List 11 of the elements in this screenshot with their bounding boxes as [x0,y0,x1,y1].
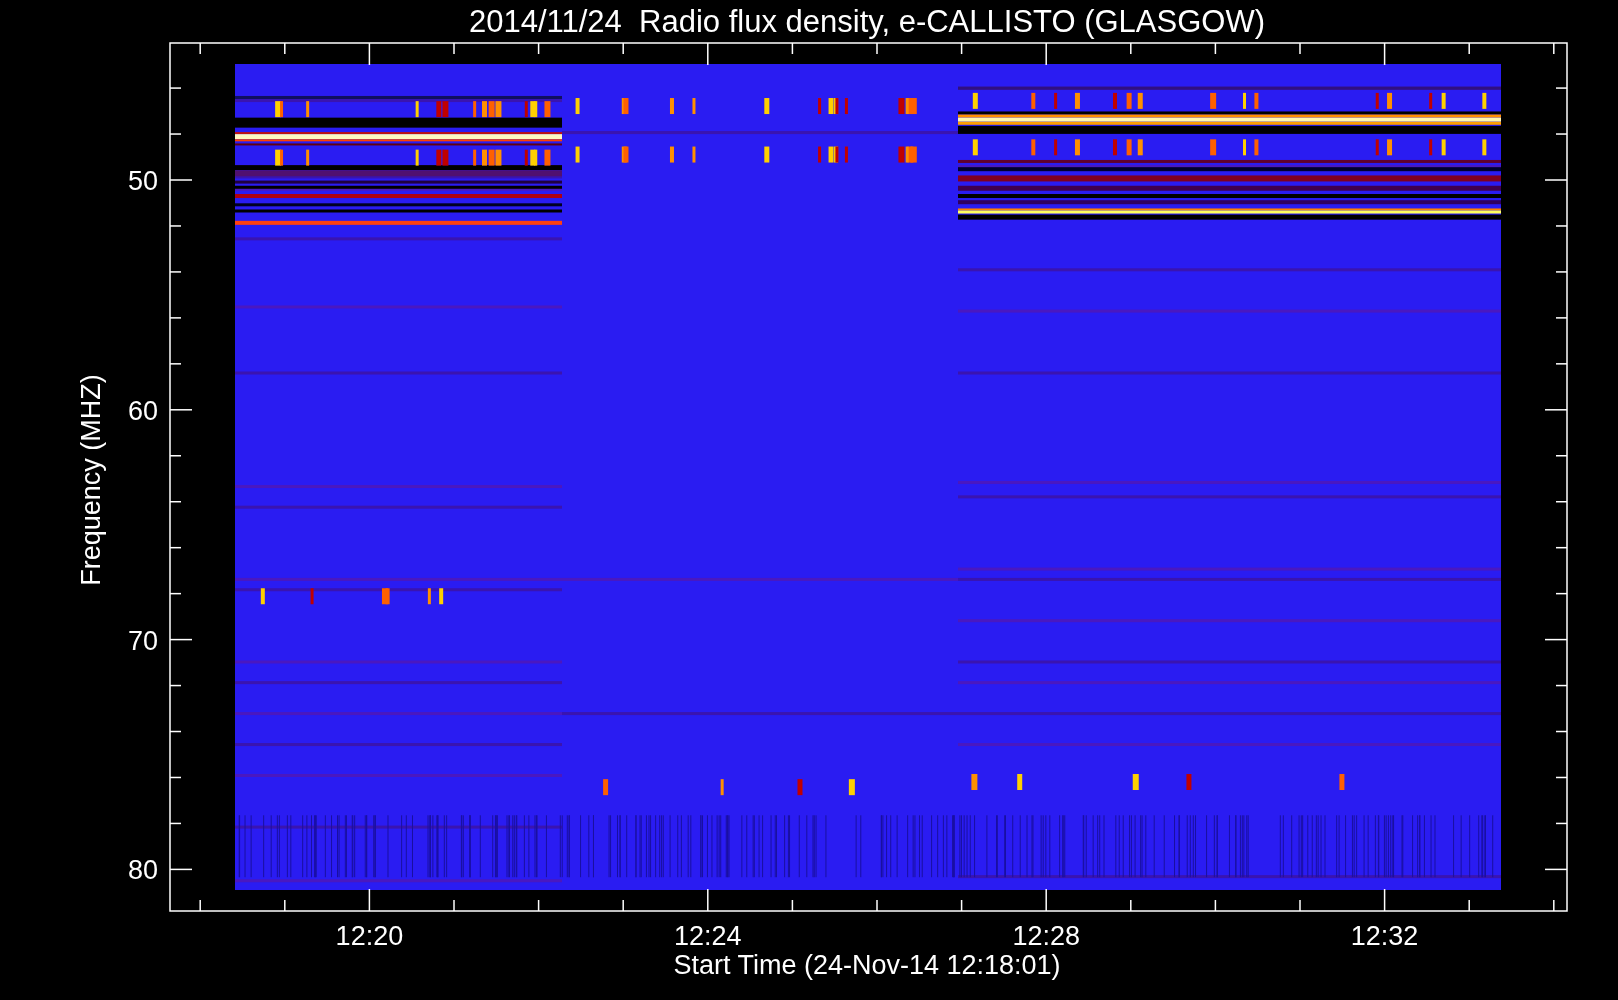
y-tick-label: 50 [127,166,158,196]
y-tick-label: 80 [127,855,158,886]
y-tick-label: 70 [127,625,158,656]
x-axis-label: Start Time (24-Nov-14 12:18:01) [673,950,1061,980]
x-tick-label: 12:24 [674,921,742,951]
x-tick-label: 12:20 [335,921,404,951]
y-tick-label: 60 [127,395,158,426]
x-tick-label: 12:32 [1350,921,1419,951]
chart-title: 2014/11/24 Radio flux density, e-CALLISTO (GLASGOW) [469,4,1265,39]
x-tick-label: 12:28 [1012,921,1080,951]
y-axis-label: Frequency (MHZ) [76,374,106,586]
